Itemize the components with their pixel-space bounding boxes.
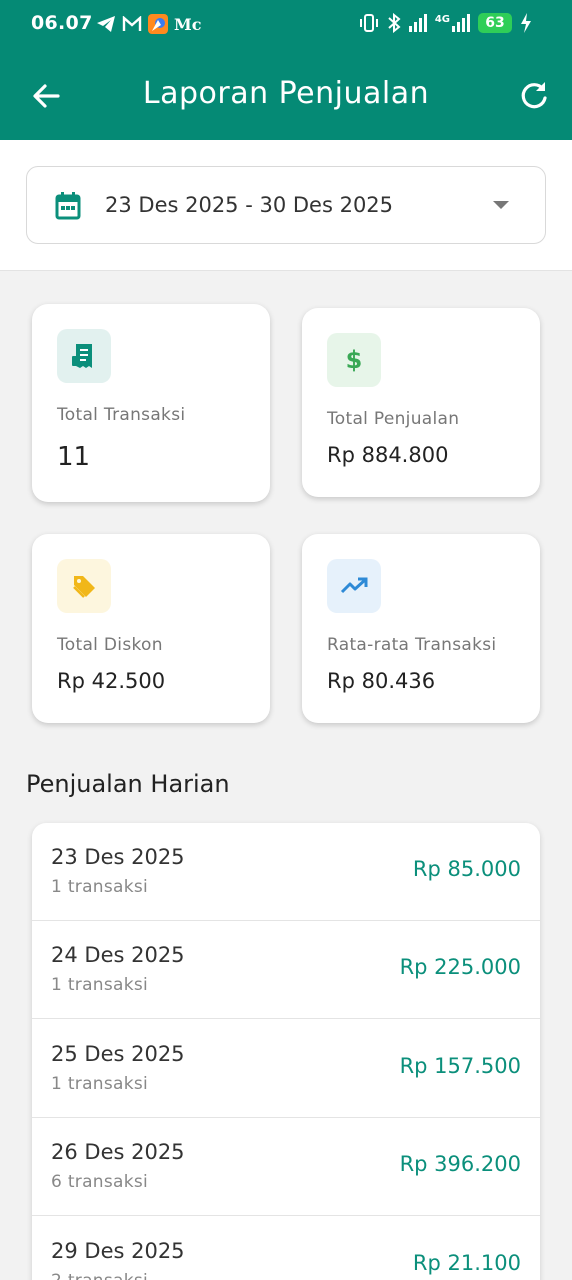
list-item[interactable]: 25 Des 2025 1 transaksi Rp 157.500 <box>32 1020 540 1118</box>
trending-up-icon <box>327 559 381 613</box>
row-amount: Rp 225.000 <box>399 955 521 979</box>
refresh-icon <box>521 82 547 109</box>
network-type: 4G <box>434 13 450 25</box>
row-amount: Rp 85.000 <box>412 857 521 881</box>
card-total-penjualan: $ Total Penjualan Rp 884.800 <box>302 308 540 497</box>
notification-text: Mc <box>174 14 202 34</box>
telegram-icon <box>97 16 115 32</box>
signal-icon-2 <box>452 14 470 32</box>
row-date: 29 Des 2025 <box>51 1239 185 1263</box>
row-date: 23 Des 2025 <box>51 845 185 869</box>
card-label: Rata-rata Transaksi <box>327 635 497 655</box>
battery-icon: 63 <box>478 13 512 33</box>
row-date: 24 Des 2025 <box>51 943 185 967</box>
card-rata-rata-transaksi: Rata-rata Transaksi Rp 80.436 <box>302 534 540 723</box>
row-date: 26 Des 2025 <box>51 1140 185 1164</box>
section-title: Penjualan Harian <box>26 770 230 798</box>
system-icons: 4G 63 <box>359 13 532 33</box>
row-count: 1 transaksi <box>51 1074 149 1094</box>
app-bar: 06.07 Mc 4G 63 Laporan Penjualan <box>0 0 572 140</box>
row-amount: Rp 21.100 <box>412 1251 521 1275</box>
row-amount: Rp 157.500 <box>399 1054 521 1078</box>
status-bar: 06.07 Mc 4G 63 <box>0 0 572 50</box>
date-range-text: 23 Des 2025 - 30 Des 2025 <box>105 193 394 217</box>
bluetooth-icon <box>388 13 401 33</box>
list-item[interactable]: 24 Des 2025 1 transaksi Rp 225.000 <box>32 921 540 1019</box>
vibrate-icon <box>359 14 378 32</box>
card-total-diskon: Total Diskon Rp 42.500 <box>32 534 270 723</box>
gmail-icon <box>122 16 142 31</box>
row-date: 25 Des 2025 <box>51 1042 185 1066</box>
tag-icon <box>57 559 111 613</box>
dollar-icon: $ <box>327 333 381 387</box>
card-value: 11 <box>57 442 91 472</box>
list-item[interactable]: 23 Des 2025 1 transaksi Rp 85.000 <box>32 823 540 921</box>
signal-icon <box>408 14 427 32</box>
card-value: Rp 80.436 <box>327 669 436 693</box>
row-count: 1 transaksi <box>51 877 149 897</box>
row-count: 6 transaksi <box>51 1172 149 1192</box>
card-label: Total Transaksi <box>57 405 186 425</box>
date-range-dropdown[interactable]: 23 Des 2025 - 30 Des 2025 <box>26 166 546 244</box>
calendar-icon <box>55 192 81 220</box>
card-label: Total Diskon <box>57 635 163 655</box>
page-title: Laporan Penjualan <box>142 76 430 111</box>
card-value: Rp 884.800 <box>327 443 449 467</box>
card-label: Total Penjualan <box>327 409 460 429</box>
list-item[interactable]: 26 Des 2025 6 transaksi Rp 396.200 <box>32 1118 540 1216</box>
app-icon <box>148 14 168 34</box>
list-item[interactable]: 29 Des 2025 2 transaksi Rp 21.100 <box>32 1217 540 1280</box>
filter-section: 23 Des 2025 - 30 Des 2025 <box>0 140 572 271</box>
notification-icons: Mc <box>96 14 201 34</box>
row-count: 1 transaksi <box>51 975 149 995</box>
status-time: 06.07 <box>31 12 93 34</box>
row-amount: Rp 396.200 <box>399 1152 521 1176</box>
card-value: Rp 42.500 <box>57 669 166 693</box>
charging-icon <box>521 13 531 33</box>
row-count: 2 transaksi <box>51 1271 148 1280</box>
receipt-icon <box>57 329 111 383</box>
daily-sales-list: 23 Des 2025 1 transaksi Rp 85.000 24 Des… <box>32 823 540 1280</box>
chevron-down-icon <box>493 201 509 209</box>
refresh-button[interactable] <box>516 78 552 114</box>
card-total-transaksi: Total Transaksi 11 <box>32 304 270 502</box>
